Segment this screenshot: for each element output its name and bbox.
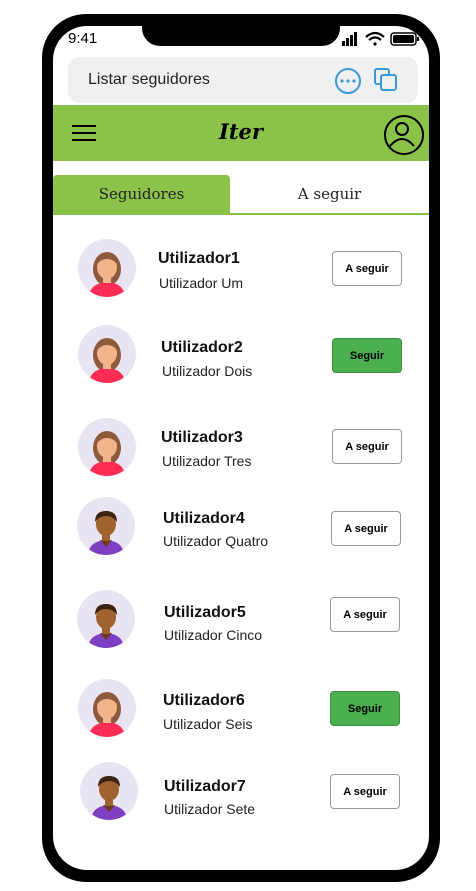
man-avatar-icon (77, 590, 135, 648)
user-display-name: Utilizador Um (159, 275, 244, 291)
user-display-name: Utilizador Quatro (163, 533, 269, 549)
seguir-button[interactable]: Seguir (330, 691, 400, 726)
wifi-icon (365, 31, 385, 46)
woman-avatar-icon (78, 679, 136, 737)
status-icons (342, 31, 419, 46)
user-display-name: Utilizador Cinco (164, 627, 263, 643)
list-item: Utilizador7 Utilizador Sete A seguir (0, 760, 476, 830)
list-item: Utilizador5 Utilizador Cinco A seguir (0, 586, 476, 656)
user-display-name: Utilizador Tres (162, 453, 252, 469)
woman-avatar-icon (78, 239, 136, 297)
user-display-name: Utilizador Sete (164, 801, 256, 817)
tab-label: Seguidores (98, 185, 185, 203)
a-seguir-button[interactable]: A seguir (332, 251, 402, 286)
tab-label: A seguir (297, 185, 362, 203)
status-time: 9:41 (68, 30, 98, 47)
man-avatar-icon (80, 762, 138, 820)
user-username: Utilizador6 (163, 692, 245, 709)
battery-icon (390, 32, 419, 46)
list-item: Utilizador3 Utilizador Tres A seguir (0, 414, 476, 484)
user-username: Utilizador1 (158, 250, 240, 267)
app-title: Iter (219, 119, 263, 144)
man-avatar-icon (77, 497, 135, 555)
seguir-button[interactable]: Seguir (332, 338, 402, 373)
user-display-name: Utilizador Seis (163, 716, 253, 732)
woman-avatar-icon (78, 325, 136, 383)
list-item: Utilizador2 Utilizador Dois Seguir (0, 321, 476, 391)
tab-bar: Seguidores A seguir (53, 175, 429, 215)
user-username: Utilizador7 (164, 778, 246, 795)
a-seguir-button[interactable]: A seguir (331, 511, 401, 546)
app-header: Iter (53, 105, 429, 161)
user-username: Utilizador2 (161, 339, 243, 356)
more-options-icon[interactable] (335, 68, 361, 94)
woman-avatar-icon (78, 418, 136, 476)
url-bar-title: Listar seguidores (88, 71, 210, 88)
signal-icon (342, 32, 357, 46)
tab-seguidores[interactable]: Seguidores (53, 175, 230, 213)
url-bar[interactable]: Listar seguidores (68, 57, 418, 103)
a-seguir-button[interactable]: A seguir (330, 597, 400, 632)
user-username: Utilizador5 (164, 604, 246, 621)
tab-a-seguir[interactable]: A seguir (230, 175, 429, 213)
list-item: Utilizador4 Utilizador Quatro A seguir (0, 493, 476, 563)
list-item: Utilizador6 Utilizador Seis Seguir (0, 674, 476, 744)
user-display-name: Utilizador Dois (162, 363, 253, 379)
copy-tabs-icon[interactable] (373, 67, 399, 93)
a-seguir-button[interactable]: A seguir (332, 429, 402, 464)
a-seguir-button[interactable]: A seguir (330, 774, 400, 809)
phone-notch (142, 14, 340, 46)
user-username: Utilizador3 (161, 429, 243, 446)
list-item: Utilizador1 Utilizador Um A seguir (0, 235, 476, 305)
user-username: Utilizador4 (163, 510, 245, 527)
profile-avatar-icon[interactable] (384, 115, 424, 155)
